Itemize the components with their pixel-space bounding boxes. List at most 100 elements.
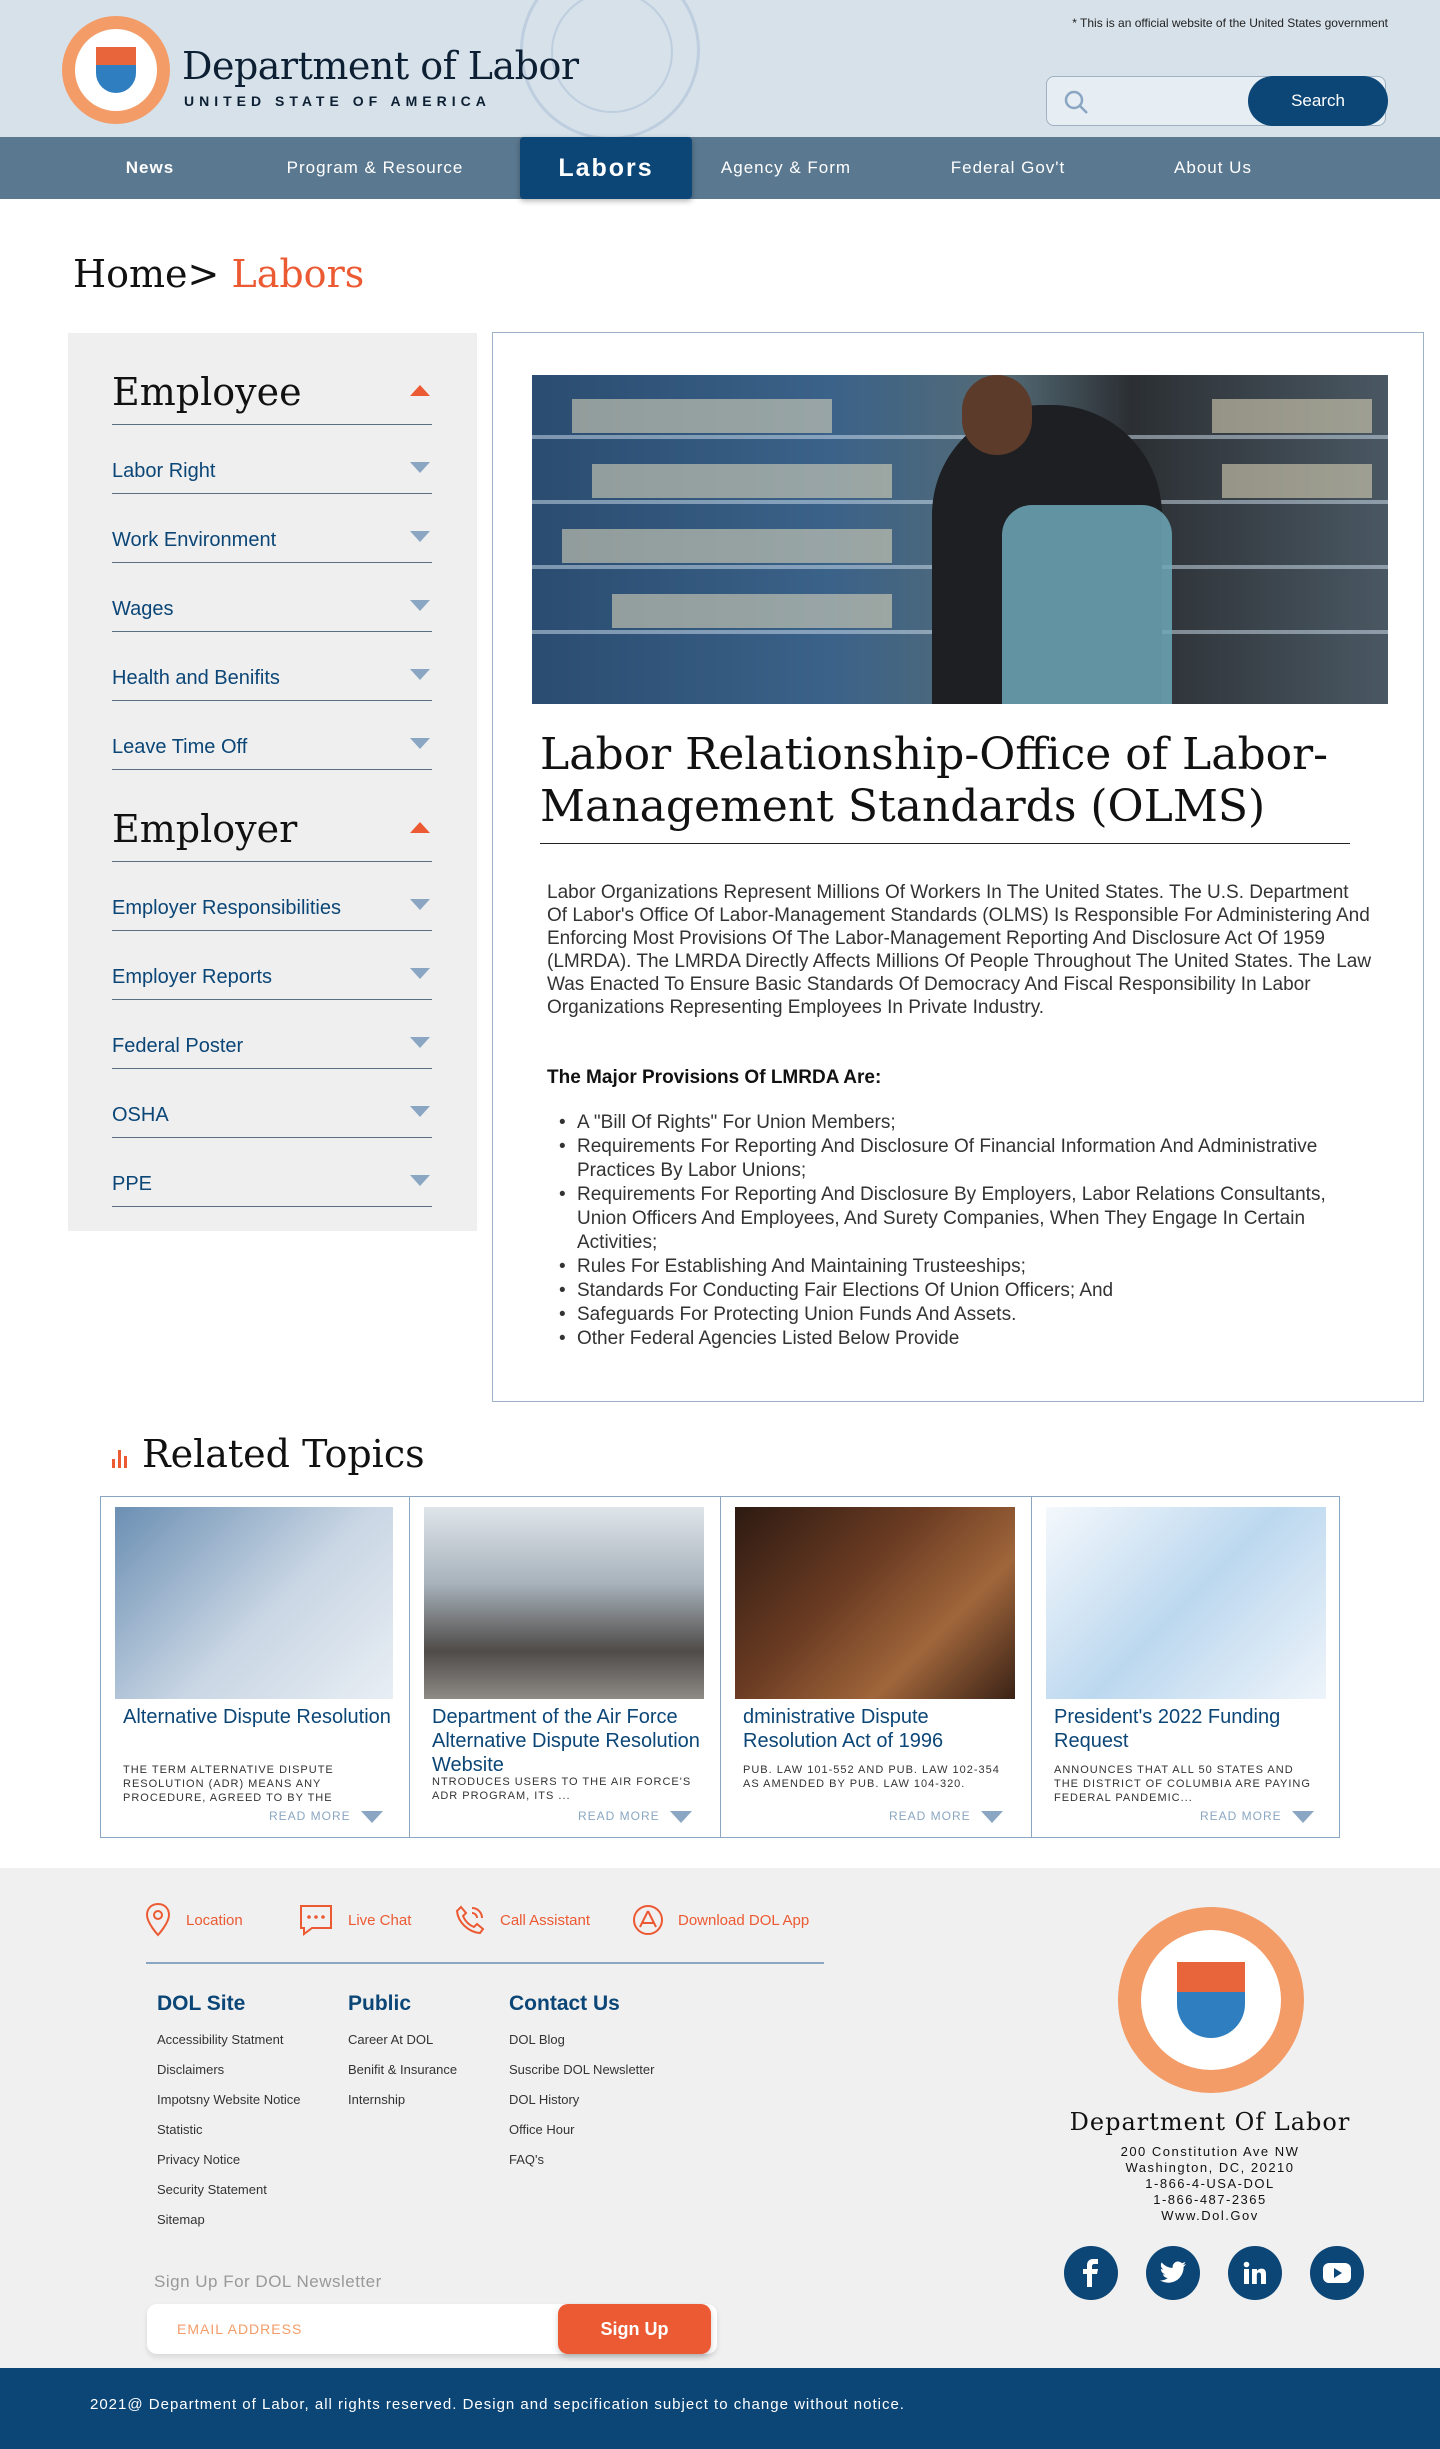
sidebar-item-health-benefits[interactable]: Health and Benifits [112,632,432,701]
sidebar-item-employer-responsibilities[interactable]: Employer Responsibilities [112,862,432,931]
chevron-down-icon[interactable] [1292,1811,1314,1823]
related-card[interactable]: Alternative Dispute Resolution THE TERM … [101,1497,410,1837]
chevron-down-icon [410,531,430,542]
main-nav: News Program & Resource Labors Agency & … [0,137,1440,199]
sidebar-item-labor-right[interactable]: Labor Right [112,425,432,494]
facebook-icon[interactable] [1064,2246,1118,2300]
footer-link[interactable]: Career At DOL [348,2032,433,2047]
dol-logo[interactable] [62,16,170,124]
card-description: THE TERM ALTERNATIVE DISPUTE RESOLUTION … [123,1764,334,1804]
live-chat-link[interactable]: Live Chat [298,1900,411,1940]
chat-icon [300,1905,332,1936]
breadcrumb-home[interactable]: Home> [73,252,219,296]
footer-link[interactable]: Internship [348,2092,405,2107]
footer-link[interactable]: DOL Blog [509,2032,565,2047]
address-line: Washington, DC, 20210 [1125,2160,1295,2175]
related-card[interactable]: dministrative Dispute Resolution Act of … [721,1497,1032,1837]
read-more-link[interactable]: READ MORE [889,1809,971,1823]
twitter-icon[interactable] [1146,2246,1200,2300]
list-item: A "Bill Of Rights" For Union Members; [547,1111,1373,1135]
bar-chart-icon [112,1450,130,1468]
website-line[interactable]: Www.Dol.Gov [1060,2208,1360,2223]
read-more-link[interactable]: READ MORE [1200,1809,1282,1823]
card-title[interactable]: Alternative Dispute Resolution [123,1705,395,1729]
footer-link[interactable]: Sitemap [157,2212,205,2227]
sidebar-item-label: Work Environment [112,529,277,551]
nav-federal-gov[interactable]: Federal Gov't [928,137,1088,199]
related-topics-heading: Related Topics [142,1432,425,1476]
card-title[interactable]: Department of the Air Force Alternative … [432,1705,704,1777]
site-header: Department of Labor UNITED STATE OF AMER… [0,0,1440,137]
app-store-icon [633,1905,663,1935]
youtube-icon[interactable] [1310,2246,1364,2300]
search-button[interactable]: Search [1248,76,1388,126]
sidebar: Employee Labor Right Work Environment Wa… [68,333,477,1231]
site-title: Department of Labor [182,44,579,88]
chevron-down-icon [410,669,430,680]
provisions-list: A "Bill Of Rights" For Union Members; Re… [547,1111,1373,1351]
card-title[interactable]: dministrative Dispute Resolution Act of … [743,1705,1015,1753]
nav-news[interactable]: News [110,137,190,199]
chevron-down-icon [410,899,430,910]
contact-heading: Contact Us [509,1992,620,2015]
chevron-down-icon[interactable] [670,1811,692,1823]
list-item: Safeguards For Protecting Union Funds An… [547,1303,1373,1327]
footer-link[interactable]: Disclaimers [157,2062,224,2077]
sidebar-item-employer-reports[interactable]: Employer Reports [112,931,432,1000]
footer-link[interactable]: Suscribe DOL Newsletter [509,2062,654,2077]
sidebar-item-osha[interactable]: OSHA [112,1069,432,1138]
nav-agency-form[interactable]: Agency & Form [700,137,872,199]
download-app-link[interactable]: Download DOL App [632,1900,809,1940]
footer-link[interactable]: Impotsny Website Notice [157,2092,301,2107]
sidebar-item-ppe[interactable]: PPE [112,1138,432,1207]
chevron-down-icon [410,462,430,473]
sign-up-button[interactable]: Sign Up [558,2304,711,2354]
card-image [115,1507,393,1699]
list-item: Other Federal Agencies Listed Below Prov… [547,1327,1373,1351]
breadcrumb: Home> Labors [73,252,364,296]
nav-program-resource[interactable]: Program & Resource [270,137,480,199]
nav-labors-active[interactable]: Labors [520,137,692,199]
chevron-down-icon [410,1175,430,1186]
article-panel: Labor Relationship-Office of Labor-Manag… [492,332,1424,1402]
sidebar-heading-employee[interactable]: Employee [112,333,432,425]
dol-site-heading: DOL Site [157,1992,246,2015]
sidebar-item-federal-poster[interactable]: Federal Poster [112,1000,432,1069]
card-title[interactable]: President's 2022 Funding Request [1054,1705,1326,1753]
location-label: Location [186,1911,243,1929]
footer-link[interactable]: Office Hour [509,2122,575,2137]
related-card[interactable]: Department of the Air Force Alternative … [410,1497,721,1837]
sidebar-item-work-environment[interactable]: Work Environment [112,494,432,563]
sidebar-item-leave-time-off[interactable]: Leave Time Off [112,701,432,770]
sidebar-item-wages[interactable]: Wages [112,563,432,632]
footer-link[interactable]: Statistic [157,2122,203,2137]
footer-link[interactable]: Accessibility Statment [157,2032,283,2047]
nav-about-us[interactable]: About Us [1148,137,1278,199]
footer-link[interactable]: Privacy Notice [157,2152,240,2167]
chevron-down-icon [410,738,430,749]
card-image [424,1507,704,1699]
footer-link[interactable]: Security Statement [157,2182,267,2197]
call-assistant-link[interactable]: Call Assistant [454,1900,590,1940]
public-heading: Public [348,1992,412,2015]
location-link[interactable]: Location [144,1900,243,1940]
site-subtitle: UNITED STATE OF AMERICA [184,93,491,109]
footer-link[interactable]: DOL History [509,2092,579,2107]
sidebar-heading-employer[interactable]: Employer [112,770,432,862]
article-title: Labor Relationship-Office of Labor-Manag… [540,729,1329,832]
official-notice: * This is an official website of the Uni… [1072,16,1388,30]
linkedin-icon[interactable] [1228,2246,1282,2300]
sidebar-item-label: Employer Responsibilities [112,897,341,919]
footer-link[interactable]: FAQ's [509,2152,544,2167]
copyright-text: 2021@ Department of Labor, all rights re… [90,2396,905,2413]
card-description: ANNOUNCES THAT ALL 50 STATES AND THE DIS… [1054,1764,1311,1804]
chevron-down-icon[interactable] [361,1811,383,1823]
read-more-link[interactable]: READ MORE [269,1809,351,1823]
footer-link[interactable]: Benifit & Insurance [348,2062,457,2077]
read-more-link[interactable]: READ MORE [578,1809,660,1823]
article-body: Labor Organizations Represent Millions O… [547,882,1372,1018]
sidebar-item-label: Leave Time Off [112,736,248,758]
related-card[interactable]: President's 2022 Funding Request ANNOUNC… [1032,1497,1341,1837]
list-item: Rules For Establishing And Maintaining T… [547,1255,1373,1279]
chevron-down-icon[interactable] [981,1811,1003,1823]
